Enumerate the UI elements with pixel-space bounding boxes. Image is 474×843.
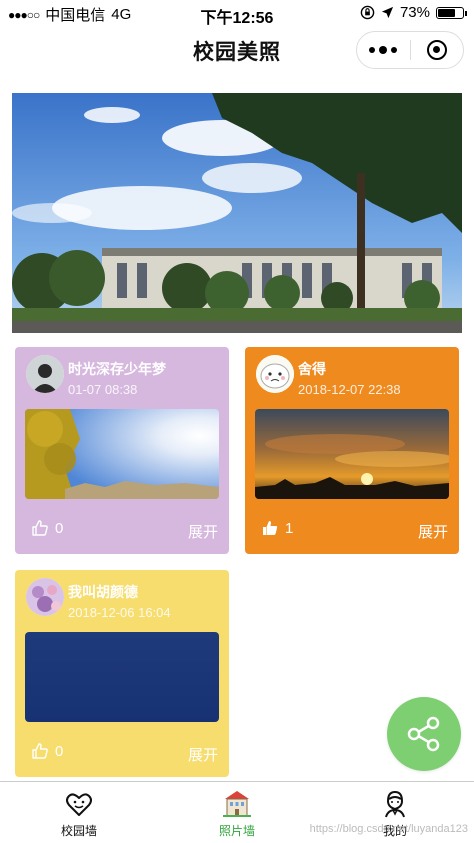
avatar[interactable] <box>26 355 64 393</box>
card-author-name: 我叫胡颜德 <box>68 584 138 600</box>
photo-card[interactable]: 我叫胡颜德 2018-12-06 16:04 0 展开 <box>15 570 229 777</box>
status-bar: ●●●○○ 中国电信 4G 下午12:56 73% <box>0 0 474 27</box>
like-count: 0 <box>55 519 64 537</box>
card-photo[interactable] <box>255 409 449 499</box>
photo-card[interactable]: 舍得 2018-12-07 22:38 1 展开 <box>245 347 459 554</box>
watermark: https://blog.csdn.net/luyanda123 <box>309 823 468 835</box>
mini-program-capsule <box>356 31 464 69</box>
battery-icon <box>436 6 467 19</box>
card-author-name: 舍得 <box>298 361 326 377</box>
expand-button[interactable]: 展开 <box>188 521 218 542</box>
avatar[interactable] <box>256 355 294 393</box>
location-arrow-icon <box>381 6 394 19</box>
photo-card[interactable]: 时光深存少年梦 01-07 08:38 0 展开 <box>15 347 229 554</box>
close-mini-program-button[interactable] <box>411 32 464 68</box>
status-right: 73% <box>360 4 467 21</box>
tab-label: 校园墙 <box>60 824 97 838</box>
nav-bar: 校园美照 <box>0 26 474 76</box>
thumb-up-outline-icon <box>32 520 48 536</box>
share-icon <box>407 716 440 752</box>
card-timestamp: 01-07 08:38 <box>68 382 138 397</box>
tab-photo-wall[interactable]: 照片墙 <box>158 782 316 843</box>
tab-campus-wall[interactable]: 校园墙 <box>0 782 158 843</box>
like-button[interactable]: 0 <box>31 742 63 760</box>
person-icon <box>380 788 410 820</box>
share-button[interactable] <box>387 697 461 771</box>
more-dots-icon <box>369 45 398 54</box>
building-icon <box>221 788 253 820</box>
tab-label: 照片墙 <box>218 824 255 838</box>
lock-rotation-icon <box>360 5 375 20</box>
card-author-name: 时光深存少年梦 <box>68 361 166 377</box>
like-count: 0 <box>55 742 64 760</box>
campus-banner-image[interactable] <box>12 93 462 333</box>
avatar[interactable] <box>26 578 64 616</box>
card-photo[interactable] <box>25 632 219 722</box>
expand-button[interactable]: 展开 <box>418 521 448 542</box>
card-timestamp: 2018-12-06 16:04 <box>68 605 171 620</box>
battery-level <box>438 8 455 17</box>
battery-percent: 73% <box>399 4 430 21</box>
like-count: 1 <box>285 519 294 537</box>
like-button[interactable]: 1 <box>261 519 293 537</box>
expand-button[interactable]: 展开 <box>188 744 218 765</box>
heart-face-icon <box>64 788 94 820</box>
more-button[interactable] <box>357 32 410 68</box>
card-photo[interactable] <box>25 409 219 499</box>
thumb-up-filled-icon <box>263 521 278 535</box>
card-timestamp: 2018-12-07 22:38 <box>298 382 401 397</box>
thumb-up-outline-icon <box>32 743 48 759</box>
target-icon <box>426 40 447 60</box>
like-button[interactable]: 0 <box>31 519 63 537</box>
